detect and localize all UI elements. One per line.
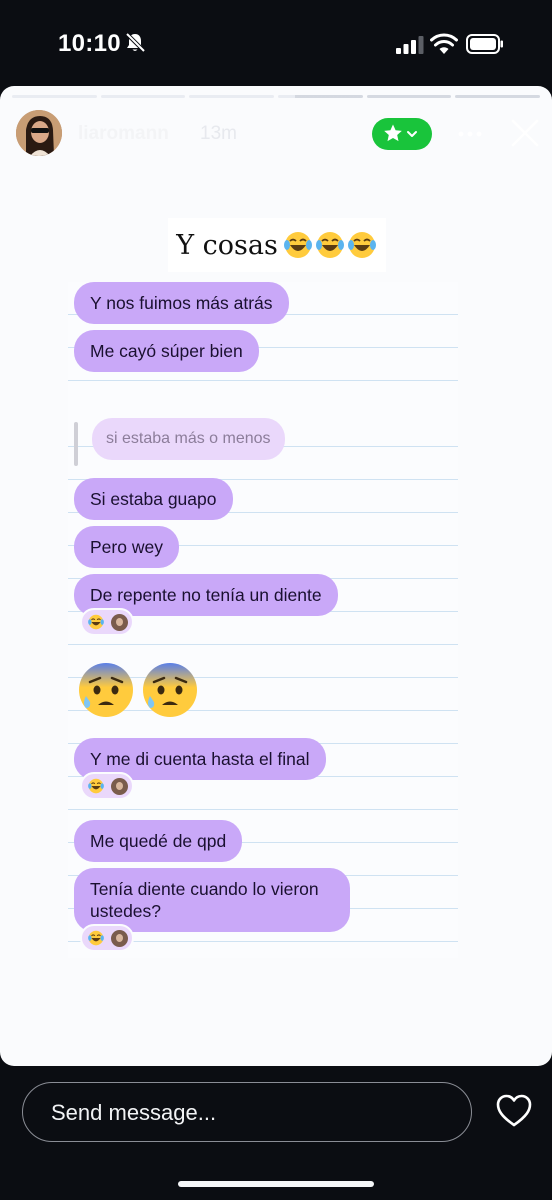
laughing-emoji-icon bbox=[283, 231, 377, 259]
heart-icon[interactable] bbox=[496, 1094, 532, 1128]
story-progress-segment bbox=[366, 95, 452, 98]
message-reaction bbox=[80, 924, 134, 952]
laughing-emoji-icon bbox=[87, 778, 104, 794]
send-message-placeholder: Send message... bbox=[51, 1100, 217, 1125]
story-progress-segment bbox=[12, 95, 97, 98]
star-icon bbox=[384, 124, 417, 142]
home-indicator bbox=[178, 1181, 374, 1187]
message-reaction bbox=[80, 608, 134, 636]
avatar[interactable] bbox=[16, 110, 62, 156]
anxious-sweat-emoji-icon bbox=[141, 661, 199, 719]
quoted-reply: si estaba más o menos bbox=[92, 418, 285, 460]
story-progress-segment bbox=[189, 95, 275, 98]
story-time-ago: 13m bbox=[200, 123, 237, 144]
status-bar: 10:10 bbox=[0, 0, 552, 86]
reactor-avatar bbox=[110, 929, 128, 947]
send-message-input[interactable]: Send message... bbox=[22, 1082, 472, 1142]
cropped-area bbox=[68, 396, 458, 414]
avatar-photo bbox=[16, 110, 62, 156]
message-bubble: Y nos fuimos más atrás bbox=[74, 282, 289, 324]
username[interactable]: liaromann bbox=[78, 123, 169, 145]
battery-icon bbox=[466, 34, 503, 54]
reactor-avatar bbox=[110, 777, 128, 795]
reactor-avatar bbox=[110, 613, 128, 631]
wifi-icon bbox=[430, 33, 458, 54]
close-friends-badge[interactable] bbox=[372, 118, 432, 150]
caption-text: Y cosas bbox=[176, 229, 278, 261]
status-time: 10:10 bbox=[58, 30, 121, 57]
story-progress-segment bbox=[278, 95, 363, 98]
more-options-icon[interactable] bbox=[456, 122, 484, 146]
story-progress-segment bbox=[455, 95, 541, 98]
close-icon[interactable] bbox=[508, 116, 542, 150]
message-bubble: Si estaba guapo bbox=[74, 478, 233, 520]
story-caption: Y cosas bbox=[168, 218, 386, 272]
message-bubble: Tenía diente cuando lo vieron ustedes? bbox=[74, 868, 350, 932]
cellular-signal-icon bbox=[396, 36, 424, 54]
anxious-sweat-emoji-icon bbox=[79, 663, 133, 717]
message-bubble: Pero wey bbox=[74, 526, 179, 568]
story-viewer[interactable]: liaromann 13m Y cosas Y nos fuimos más a… bbox=[0, 86, 552, 1066]
message-bubble: Me cayó súper bien bbox=[74, 330, 259, 372]
bell-slash-icon bbox=[125, 32, 146, 53]
story-progress-segment bbox=[100, 95, 186, 98]
laughing-emoji-icon bbox=[87, 614, 104, 630]
reply-quote-bar bbox=[74, 422, 78, 466]
message-reaction bbox=[80, 772, 134, 800]
chat-screenshot: Y nos fuimos más atrás Me cayó súper bie… bbox=[68, 282, 458, 958]
story-progress-bar bbox=[12, 95, 541, 98]
laughing-emoji-icon bbox=[87, 930, 104, 946]
message-bubble: Me quedé de qpd bbox=[74, 820, 243, 862]
